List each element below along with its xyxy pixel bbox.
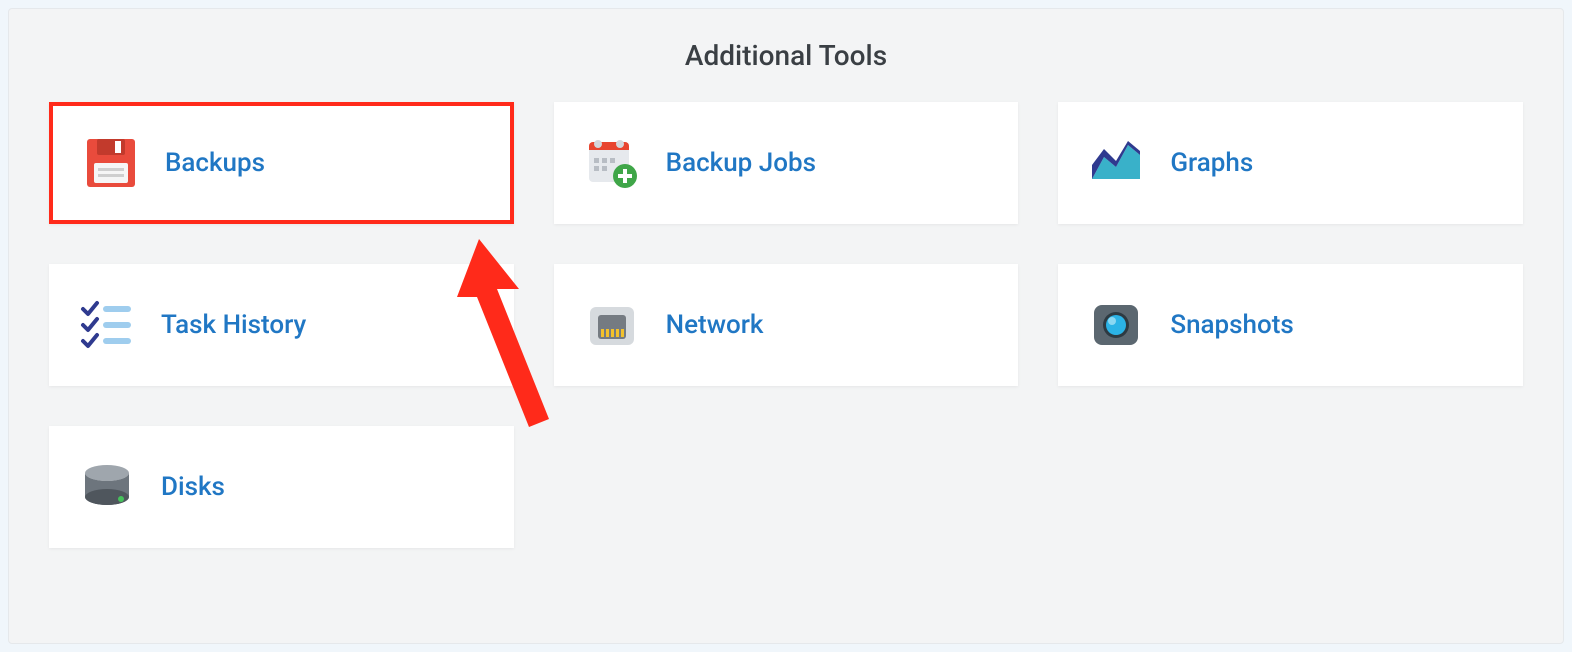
tools-grid: Backups — [49, 102, 1523, 548]
calendar-plus-icon — [582, 133, 642, 193]
card-label: Disks — [161, 472, 225, 502]
card-label: Network — [666, 310, 764, 340]
card-backup-jobs[interactable]: Backup Jobs — [554, 102, 1019, 224]
area-chart-icon — [1086, 133, 1146, 193]
card-label: Graphs — [1170, 148, 1253, 178]
additional-tools-panel: Additional Tools Backups — [8, 8, 1564, 644]
card-snapshots[interactable]: Snapshots — [1058, 264, 1523, 386]
ethernet-port-icon — [582, 295, 642, 355]
card-backups[interactable]: Backups — [49, 102, 514, 224]
card-label: Snapshots — [1170, 310, 1293, 340]
panel-title: Additional Tools — [49, 39, 1523, 72]
floppy-disk-icon — [81, 133, 141, 193]
card-label: Backup Jobs — [666, 148, 816, 178]
card-graphs[interactable]: Graphs — [1058, 102, 1523, 224]
card-label: Task History — [161, 310, 306, 340]
card-label: Backups — [165, 148, 265, 178]
card-disks[interactable]: Disks — [49, 426, 514, 548]
card-network[interactable]: Network — [554, 264, 1019, 386]
card-task-history[interactable]: Task History — [49, 264, 514, 386]
checklist-icon — [77, 295, 137, 355]
hard-drive-icon — [77, 457, 137, 517]
camera-lens-icon — [1086, 295, 1146, 355]
